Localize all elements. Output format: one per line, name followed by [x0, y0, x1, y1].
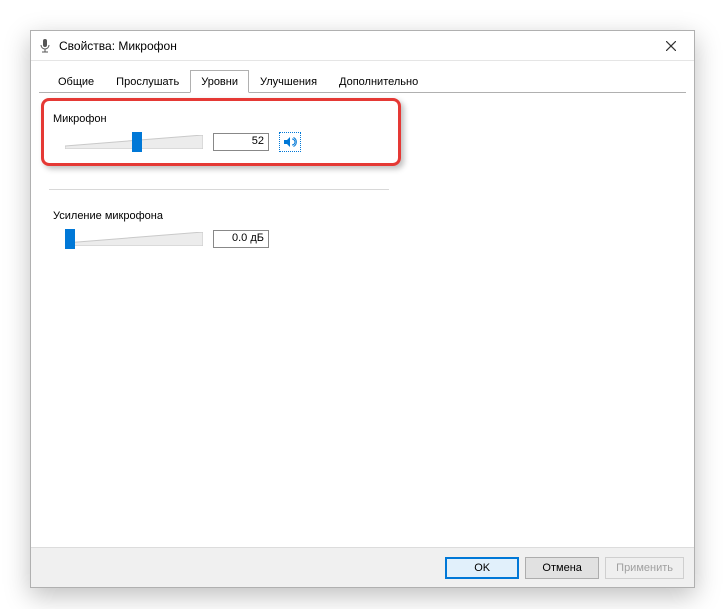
tab-listen[interactable]: Прослушать	[105, 70, 190, 92]
microphone-label: Микрофон	[53, 113, 672, 125]
microphone-mute-button[interactable]	[279, 132, 301, 152]
microphone-level-group: Микрофон 52	[47, 107, 678, 163]
tab-content-levels: Микрофон 52	[31, 93, 694, 547]
tab-general[interactable]: Общие	[47, 70, 105, 92]
group-divider	[49, 189, 389, 190]
slider-track-shape	[65, 232, 203, 246]
titlebar: Свойства: Микрофон	[31, 31, 694, 61]
tabbar: Общие Прослушать Уровни Улучшения Дополн…	[39, 65, 686, 93]
close-icon	[666, 41, 676, 51]
ok-button[interactable]: OK	[445, 557, 519, 579]
microphone-slider[interactable]	[65, 131, 203, 153]
mic-boost-value[interactable]: 0.0 дБ	[213, 230, 269, 248]
speaker-icon	[283, 135, 297, 149]
microphone-slider-thumb[interactable]	[132, 132, 142, 152]
mic-boost-slider[interactable]	[65, 228, 203, 250]
microphone-value[interactable]: 52	[213, 133, 269, 151]
tab-levels[interactable]: Уровни	[190, 70, 249, 93]
mic-boost-group: Усиление микрофона 0.0 дБ	[47, 210, 678, 250]
button-bar: OK Отмена Применить	[31, 547, 694, 587]
close-button[interactable]	[648, 31, 694, 61]
apply-button[interactable]: Применить	[605, 557, 684, 579]
tab-advanced[interactable]: Дополнительно	[328, 70, 429, 92]
window-title: Свойства: Микрофон	[59, 39, 177, 53]
properties-window: Свойства: Микрофон Общие Прослушать Уров…	[30, 30, 695, 588]
tab-enhancements[interactable]: Улучшения	[249, 70, 328, 92]
mic-icon	[37, 38, 53, 54]
mic-boost-slider-thumb[interactable]	[65, 229, 75, 249]
mic-boost-slider-row: 0.0 дБ	[53, 228, 672, 250]
microphone-slider-row: 52	[53, 131, 672, 153]
mic-boost-label: Усиление микрофона	[53, 210, 672, 222]
cancel-button[interactable]: Отмена	[525, 557, 599, 579]
